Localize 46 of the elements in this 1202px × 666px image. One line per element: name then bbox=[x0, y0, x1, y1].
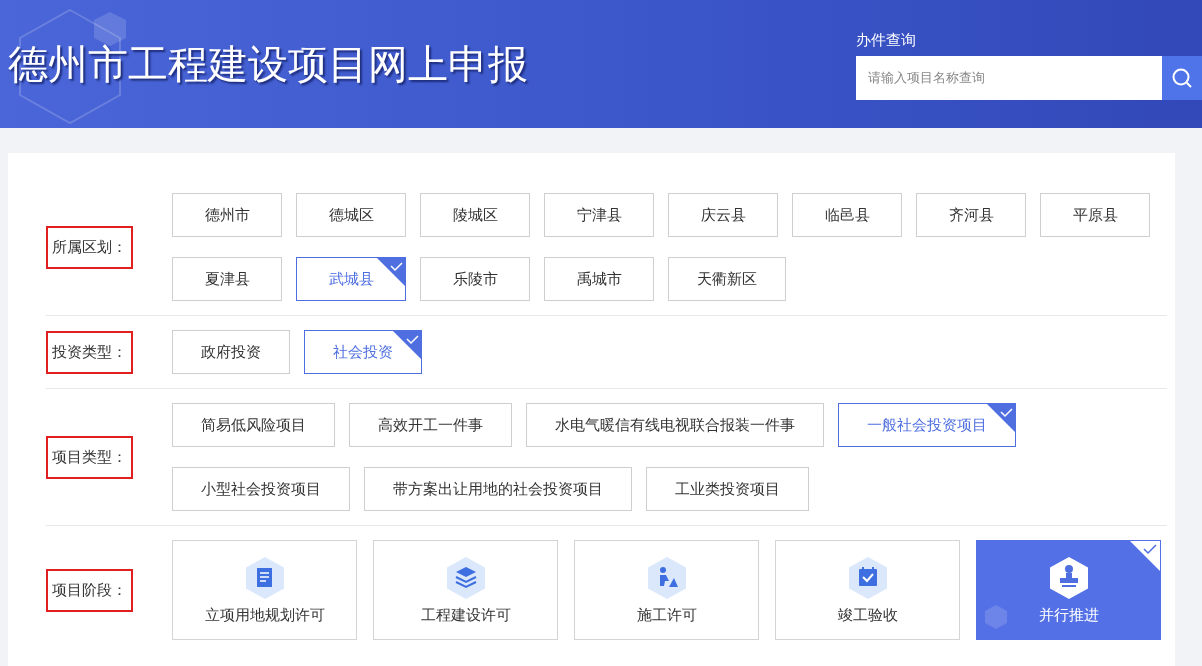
stamp-icon bbox=[1048, 555, 1089, 600]
search-label: 办件查询 bbox=[856, 30, 917, 50]
filter-option[interactable]: 高效开工一件事 bbox=[349, 403, 512, 447]
site-title: 德州市工程建设项目网上申报 bbox=[8, 40, 529, 88]
filter-option[interactable]: 夏津县 bbox=[172, 257, 282, 301]
filter-option[interactable]: 临邑县 bbox=[792, 193, 902, 237]
filter-option[interactable]: 禹城市 bbox=[544, 257, 654, 301]
filter-option[interactable]: 武城县 bbox=[296, 257, 406, 301]
filter-option[interactable]: 带方案出让用地的社会投资项目 bbox=[364, 467, 632, 511]
stage-card[interactable]: 竣工验收 bbox=[775, 540, 960, 640]
check-corner-icon bbox=[987, 404, 1015, 432]
filter-label: 项目阶段： bbox=[46, 568, 133, 612]
worker-icon bbox=[646, 555, 687, 600]
filter-option[interactable]: 政府投资 bbox=[172, 330, 290, 374]
search-field[interactable]: 请输入项目名称查询 bbox=[856, 55, 1162, 100]
filter-option[interactable]: 一般社会投资项目 bbox=[838, 403, 1016, 447]
search-button[interactable] bbox=[1162, 55, 1202, 100]
cube-decoration-icon bbox=[985, 605, 1007, 629]
filter-option[interactable]: 庆云县 bbox=[668, 193, 778, 237]
filter-option[interactable]: 平原县 bbox=[1040, 193, 1150, 237]
filter-option[interactable]: 简易低风险项目 bbox=[172, 403, 335, 447]
filter-option[interactable]: 水电气暖信有线电视联合报装一件事 bbox=[526, 403, 824, 447]
check-corner-icon bbox=[377, 258, 405, 286]
calendar-icon bbox=[847, 555, 888, 600]
stage-card[interactable]: 立项用地规划许可 bbox=[172, 540, 357, 640]
filter-option[interactable]: 德州市 bbox=[172, 193, 282, 237]
stage-card[interactable]: 施工许可 bbox=[574, 540, 759, 640]
filter-option[interactable]: 齐河县 bbox=[916, 193, 1026, 237]
stage-card[interactable]: 并行推进 bbox=[976, 540, 1161, 640]
search-icon bbox=[1171, 66, 1193, 89]
filter-option[interactable]: 宁津县 bbox=[544, 193, 654, 237]
filter-label: 所属区划： bbox=[46, 225, 133, 269]
filter-option[interactable]: 工业类投资项目 bbox=[646, 467, 809, 511]
layers-icon bbox=[445, 555, 486, 600]
filter-option[interactable]: 小型社会投资项目 bbox=[172, 467, 350, 511]
filter-option[interactable]: 德城区 bbox=[296, 193, 406, 237]
filter-option[interactable]: 陵城区 bbox=[420, 193, 530, 237]
filter-option[interactable]: 社会投资 bbox=[304, 330, 422, 374]
filter-label: 项目类型： bbox=[46, 435, 133, 479]
filter-option[interactable]: 乐陵市 bbox=[420, 257, 530, 301]
filter-label: 投资类型： bbox=[46, 330, 133, 374]
filter-option[interactable]: 天衢新区 bbox=[668, 257, 786, 301]
check-corner-icon bbox=[393, 331, 421, 359]
check-corner-icon bbox=[1130, 541, 1160, 571]
document-icon bbox=[244, 555, 285, 600]
stage-card[interactable]: 工程建设许可 bbox=[373, 540, 558, 640]
